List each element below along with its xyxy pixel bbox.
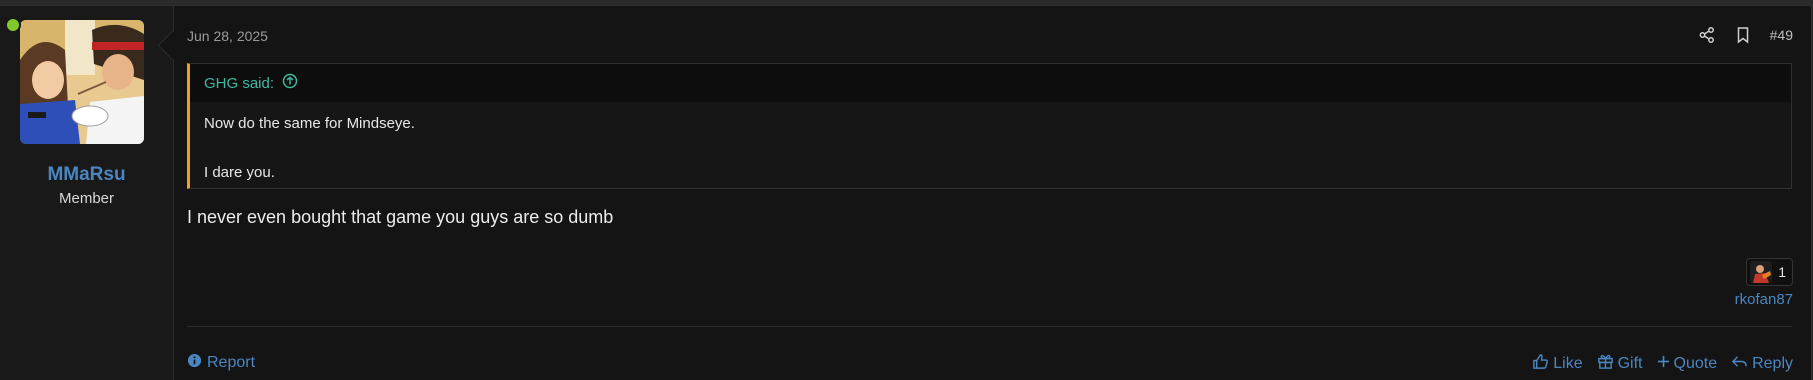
reactor-avatar-icon — [1750, 261, 1773, 283]
post-container: MMaRsu Member Jun 28, 2025 #49 GHG said: — [0, 5, 1812, 380]
gift-label: Gift — [1617, 355, 1643, 372]
username[interactable]: MMaRsu — [0, 164, 173, 186]
quote-block: GHG said: Now do the same for Mindseye. … — [187, 63, 1792, 189]
arrow-up-circle-icon[interactable] — [282, 73, 298, 93]
thumbs-up-icon — [1532, 353, 1549, 375]
quote-text-line: Now do the same for Mindseye. — [204, 115, 415, 132]
reaction-summary[interactable]: 1 — [1746, 258, 1793, 286]
quote-text-line: I dare you. — [204, 164, 275, 181]
reply-button[interactable]: Reply — [1731, 353, 1793, 375]
reaction-count: 1 — [1778, 264, 1786, 280]
reply-label: Reply — [1752, 355, 1793, 372]
online-status-indicator — [5, 17, 21, 33]
quote-author[interactable]: GHG said: — [204, 75, 274, 92]
quote-button[interactable]: Quote — [1657, 355, 1718, 373]
reply-icon — [1731, 353, 1748, 375]
like-button[interactable]: Like — [1532, 353, 1583, 375]
post-date[interactable]: Jun 28, 2025 — [187, 28, 268, 44]
quote-header[interactable]: GHG said: — [190, 64, 1791, 102]
report-label: Report — [207, 354, 256, 371]
gift-icon — [1597, 353, 1614, 375]
avatar[interactable] — [20, 20, 144, 144]
gift-button[interactable]: Gift — [1597, 353, 1643, 375]
user-column: MMaRsu Member — [0, 6, 174, 380]
bookmark-icon[interactable] — [1734, 26, 1752, 44]
quote-label: Quote — [1673, 355, 1718, 372]
post-message: I never even bought that game you guys a… — [187, 207, 614, 227]
like-label: Like — [1553, 355, 1583, 372]
post-actions: Like Gift Quote Reply — [1532, 353, 1793, 375]
report-button[interactable]: Report — [187, 353, 255, 373]
post-tools: #49 — [1698, 26, 1793, 44]
reactor-list-link[interactable]: rkofan87 — [1735, 291, 1793, 308]
info-circle-icon — [187, 353, 202, 373]
plus-icon — [1657, 355, 1670, 373]
post-number[interactable]: #49 — [1770, 27, 1793, 43]
user-title: Member — [58, 190, 114, 207]
footer-divider — [187, 326, 1792, 327]
share-icon[interactable] — [1698, 26, 1716, 44]
